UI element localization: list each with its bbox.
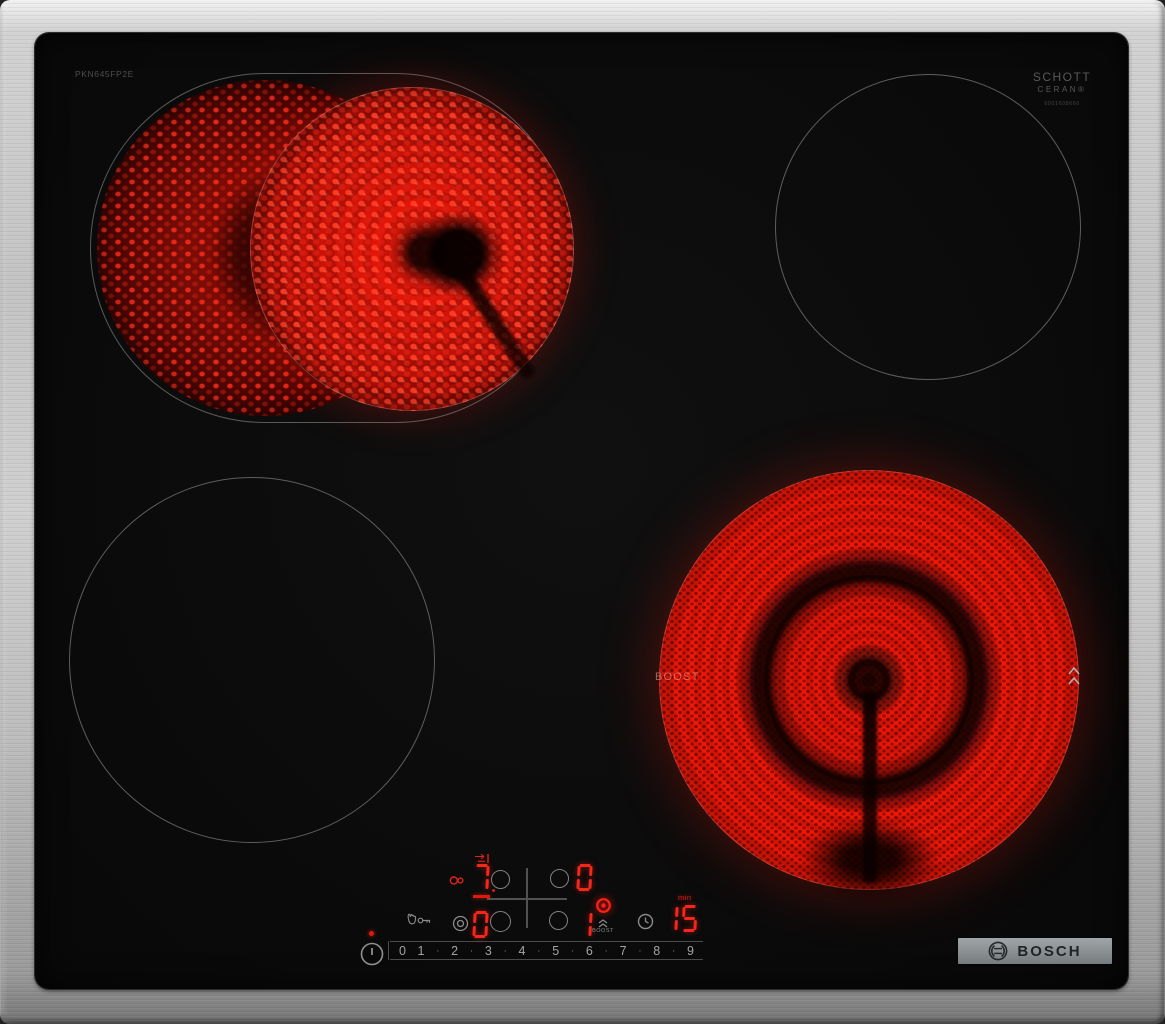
zone-display-divider-horizontal — [487, 898, 567, 900]
zone-back-right-burner — [775, 74, 1081, 380]
slider-level-5[interactable]: 5 — [552, 944, 559, 958]
boost-indicator-icon — [590, 897, 616, 919]
slider-dot: · — [638, 944, 642, 957]
timer-unit-label: min — [678, 893, 692, 902]
boost-chevrons-icon — [590, 919, 616, 928]
slider-level-9[interactable]: 9 — [687, 944, 694, 958]
timer-display — [663, 905, 697, 932]
glass-brand-line1: SCHOTT — [1032, 70, 1092, 84]
slider-dot: · — [435, 944, 440, 957]
boost-key[interactable]: BOOST — [590, 897, 616, 934]
brand-wordmark: BOSCH — [1017, 942, 1082, 960]
slider-dot: · — [537, 944, 541, 957]
timer-clock-icon[interactable] — [637, 913, 654, 930]
front-left-zone-select-key[interactable] — [490, 911, 511, 932]
slider-level-3[interactable]: 3 — [485, 944, 492, 958]
dual-zone-chevrons-icon — [1066, 664, 1082, 695]
heat-limiter-shadow — [800, 819, 940, 899]
dual-circuit-active-icon — [449, 875, 465, 886]
power-level-slider[interactable]: 0 1 · 2 · 3 · 4 · 5 · 6 · 7 · 8 · 9 — [390, 941, 703, 960]
glass-brand-print: SCHOTT CERAN® 9001608660 — [1012, 70, 1112, 107]
slider-level-8[interactable]: 8 — [653, 944, 660, 958]
zone-back-left-burner — [250, 87, 574, 411]
timer-transfer-icon — [474, 853, 490, 864]
brand-plate: BOSCH — [958, 938, 1112, 964]
glass-brand-line2: CERAN® — [1037, 85, 1087, 94]
front-right-zone-select-key[interactable] — [549, 911, 568, 930]
slider-level-0[interactable]: 0 — [399, 944, 406, 958]
child-lock-key-icon[interactable] — [405, 910, 433, 927]
slider-dot: · — [469, 944, 474, 957]
ceramic-hob: PKN645FP2E SCHOTT CERAN® 9001608660 BOOS… — [0, 0, 1165, 1024]
bosch-logo-icon — [988, 941, 1008, 961]
slider-level-1[interactable]: 1 — [417, 944, 424, 958]
front-left-power-display — [472, 911, 489, 938]
selected-zone-underline — [473, 895, 490, 898]
slider-level-6[interactable]: 6 — [586, 944, 593, 958]
residual-heat-indicator — [369, 931, 374, 936]
slider-dot: · — [503, 944, 508, 957]
back-left-power-display — [474, 864, 490, 891]
model-code-print: PKN645FP2E — [75, 69, 134, 79]
zone-front-right-burner — [659, 470, 1079, 899]
boost-glass-print: BOOST — [655, 671, 700, 683]
power-icon[interactable] — [359, 941, 385, 967]
back-right-zone-select-key[interactable] — [550, 869, 569, 888]
zone-front-left-burner — [69, 477, 435, 843]
dual-circuit-key-icon[interactable] — [452, 915, 469, 932]
slider-level-4[interactable]: 4 — [519, 944, 526, 958]
slider-level-7[interactable]: 7 — [620, 944, 627, 958]
slider-divider — [388, 941, 389, 960]
slider-level-2[interactable]: 2 — [451, 944, 458, 958]
selected-zone-dot — [492, 889, 495, 892]
boost-key-label: BOOST — [592, 928, 614, 934]
slider-dot: · — [604, 944, 609, 957]
glass-code-print: 9001608660 — [1044, 101, 1080, 107]
back-right-power-display — [576, 864, 593, 891]
slider-dot: · — [570, 944, 575, 957]
slider-dot: · — [671, 944, 676, 957]
back-left-zone-select-key[interactable] — [491, 870, 510, 889]
